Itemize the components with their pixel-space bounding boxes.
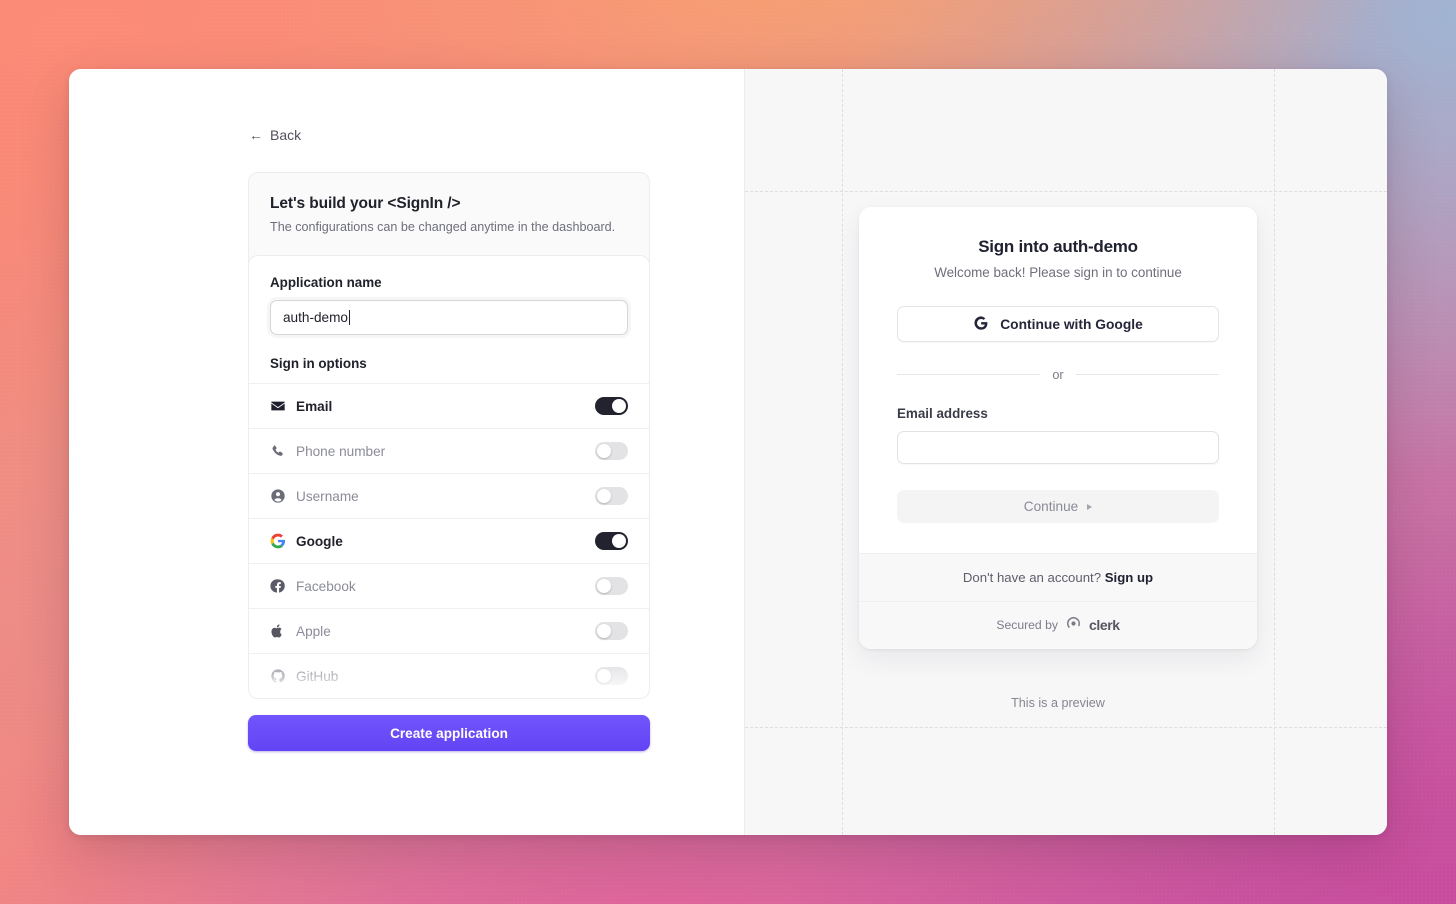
configuration-card: Let's build your <SignIn /> The configur… <box>248 172 650 699</box>
option-toggle-email[interactable] <box>595 397 628 415</box>
option-row-email[interactable]: Email <box>249 383 649 428</box>
configuration-pane: ← Back Let's build your <SignIn /> The c… <box>69 69 745 835</box>
divider-rule-right <box>1075 374 1220 375</box>
option-toggle-facebook[interactable] <box>595 577 628 595</box>
option-label: Email <box>296 398 333 414</box>
option-toggle-apple[interactable] <box>595 622 628 640</box>
sign-up-link[interactable]: Sign up <box>1105 570 1153 585</box>
guide-line-vertical-left <box>842 69 843 835</box>
facebook-icon <box>270 578 296 594</box>
settings-inner-card: Application name auth-demo Sign in optio… <box>249 255 649 698</box>
apple-icon <box>270 623 296 639</box>
option-toggle-phone-number[interactable] <box>595 442 628 460</box>
continue-label: Continue <box>1023 499 1079 514</box>
option-label: Username <box>296 488 359 504</box>
app-window: ← Back Let's build your <SignIn /> The c… <box>69 69 1387 835</box>
sign-up-prompt-text: Don't have an account? <box>962 570 1102 585</box>
application-name-field: Application name auth-demo <box>249 256 649 335</box>
option-row-username[interactable]: Username <box>249 473 649 518</box>
option-row-google[interactable]: Google <box>249 518 649 563</box>
text-caret <box>349 310 350 325</box>
option-label: Phone number <box>296 443 386 459</box>
application-name-label: Application name <box>270 275 382 290</box>
sign-in-subtitle: Welcome back! Please sign in to continue <box>934 265 1182 280</box>
or-divider: or <box>897 367 1220 382</box>
option-toggle-username[interactable] <box>595 487 628 505</box>
arrow-left-icon: ← <box>249 127 263 143</box>
option-label: Apple <box>296 623 331 639</box>
clerk-logo-icon <box>1066 616 1081 634</box>
google-icon <box>270 533 296 549</box>
application-name-input[interactable]: auth-demo <box>270 300 628 335</box>
sign-in-preview-card: Sign into auth-demo Welcome back! Please… <box>859 207 1257 649</box>
email-address-label: Email address <box>897 406 988 421</box>
sign-in-title: Sign into auth-demo <box>978 237 1138 256</box>
clerk-wordmark: clerk <box>1088 617 1120 633</box>
caret-right-icon <box>1087 503 1093 510</box>
option-label: Google <box>296 533 343 549</box>
back-link[interactable]: ← Back <box>249 127 301 143</box>
option-row-facebook[interactable]: Facebook <box>249 563 649 608</box>
option-row-github[interactable]: GitHub <box>249 653 649 698</box>
github-icon <box>270 668 296 684</box>
create-application-button[interactable]: Create application <box>248 715 650 751</box>
guide-line-horizontal-bottom <box>745 727 1387 728</box>
secured-by-label: Secured by <box>996 618 1058 632</box>
option-row-apple[interactable]: Apple <box>249 608 649 653</box>
sign-in-options-label: Sign in options <box>270 356 367 371</box>
option-toggle-github[interactable] <box>595 667 628 685</box>
page-subtitle: The configurations can be changed anytim… <box>270 220 616 234</box>
continue-with-google-button[interactable]: Continue with Google <box>897 306 1219 342</box>
user-circle-icon <box>270 488 296 504</box>
sign-in-card-body: Sign into auth-demo Welcome back! Please… <box>859 207 1257 553</box>
preview-pane: Sign into auth-demo Welcome back! Please… <box>745 69 1387 835</box>
back-label: Back <box>270 127 302 143</box>
guide-line-horizontal-top <box>745 191 1387 192</box>
preview-note: This is a preview <box>1011 696 1105 710</box>
option-row-phone-number[interactable]: Phone number <box>249 428 649 473</box>
envelope-icon <box>270 398 296 414</box>
option-toggle-google[interactable] <box>595 532 628 550</box>
divider-rule-left <box>897 374 1041 375</box>
option-label: GitHub <box>296 668 339 684</box>
guide-line-vertical-right <box>1274 69 1275 835</box>
configuration-card-header: Let's build your <SignIn /> The configur… <box>249 173 649 255</box>
secured-by-footer: Secured by clerk <box>859 601 1257 649</box>
google-g-icon <box>973 315 989 334</box>
sign-in-options-list: Email Phone number Username Google Faceb… <box>249 383 649 698</box>
phone-icon <box>270 444 296 459</box>
continue-with-google-label: Continue with Google <box>1000 316 1143 332</box>
page-title: Let's build your <SignIn /> <box>270 195 461 212</box>
application-name-value: auth-demo <box>283 310 348 325</box>
email-address-input[interactable] <box>897 431 1219 464</box>
option-label: Facebook <box>296 578 356 594</box>
divider-label: or <box>1052 367 1064 382</box>
sign-up-prompt: Don't have an account? Sign up <box>859 553 1257 601</box>
continue-button[interactable]: Continue <box>897 490 1219 523</box>
